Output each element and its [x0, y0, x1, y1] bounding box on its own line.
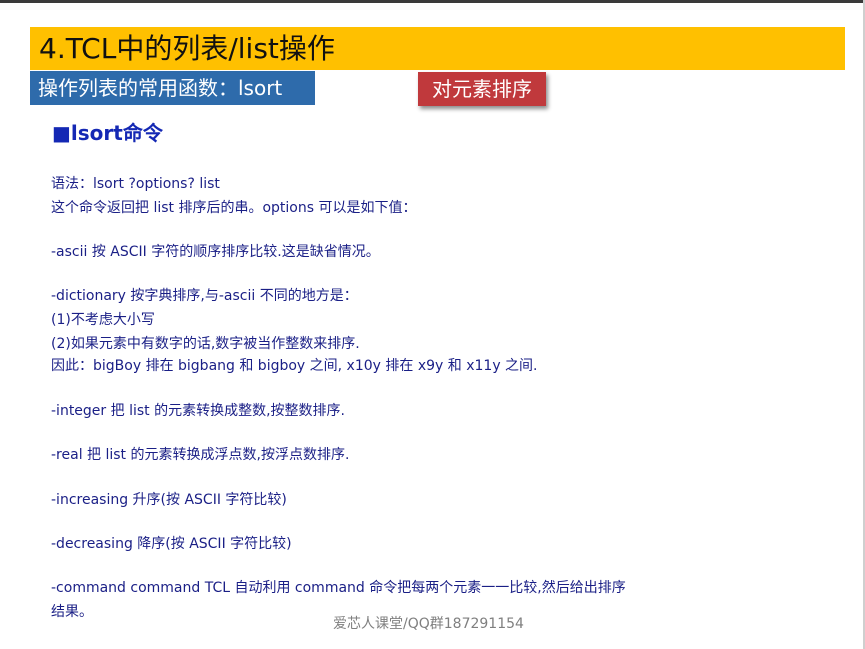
footer-watermark: 爱芯人课堂/QQ群187291154	[333, 616, 524, 632]
dictionary-example: 因此：bigBoy 排在 bigbang 和 bigboy 之间, x10y 排…	[51, 358, 538, 374]
slide-title: 4.TCL中的列表/list操作	[30, 27, 845, 70]
slide-subtitle: 操作列表的常用函数：lsort	[30, 71, 315, 105]
top-border	[0, 0, 865, 3]
option-command-cont: 结果。	[51, 604, 93, 620]
option-increasing: -increasing 升序(按 ASCII 字符比较)	[51, 492, 287, 508]
description-line: 这个命令返回把 list 排序后的串。options 可以是如下值：	[51, 200, 417, 216]
option-command: -command command TCL 自动利用 command 命令把每两个…	[51, 580, 626, 596]
option-decreasing: -decreasing 降序(按 ASCII 字符比较)	[51, 536, 292, 552]
option-integer: -integer 把 list 的元素转换成整数,按整数排序.	[51, 403, 345, 419]
section-heading: ■lsort命令	[52, 121, 163, 145]
syntax-line: 语法：lsort ?options? list	[51, 176, 220, 192]
topic-tag: 对元素排序	[418, 72, 546, 106]
dictionary-note-2: (2)如果元素中有数字的话,数字被当作整数来排序.	[51, 336, 360, 352]
option-real: -real 把 list 的元素转换成浮点数,按浮点数排序.	[51, 447, 350, 463]
option-dictionary: -dictionary 按字典排序,与-ascii 不同的地方是：	[51, 288, 358, 304]
option-ascii: -ascii 按 ASCII 字符的顺序排序比较.这是缺省情况。	[51, 244, 380, 260]
dictionary-note-1: (1)不考虑大小写	[51, 312, 155, 328]
